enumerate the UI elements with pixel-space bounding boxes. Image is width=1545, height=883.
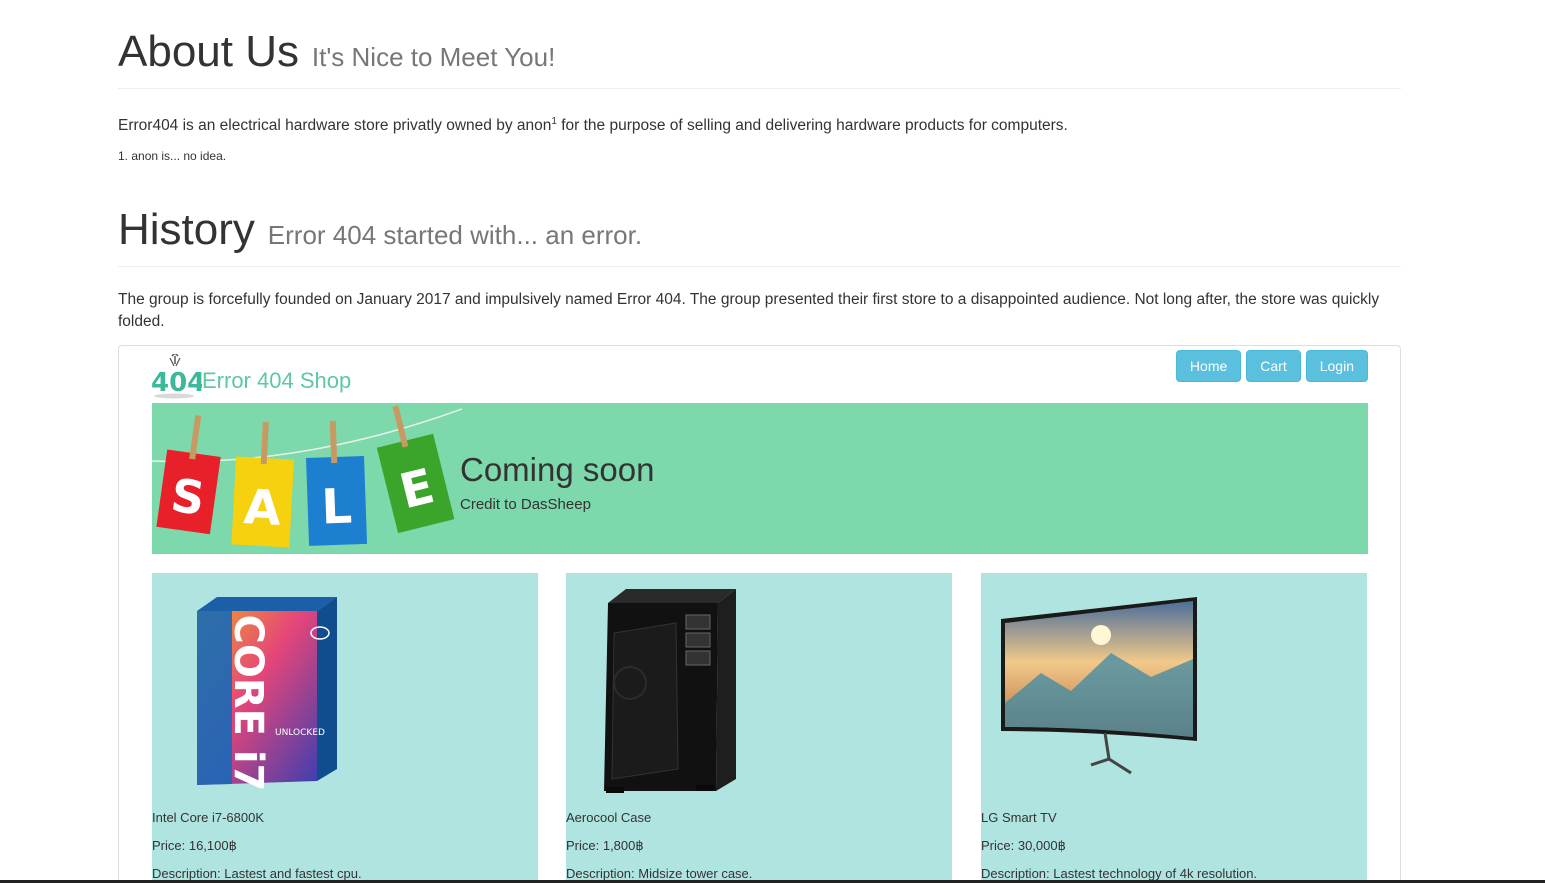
nav-home-button[interactable]: Home xyxy=(1175,350,1242,382)
cpu-box-text: CORE i7 xyxy=(225,615,271,792)
banner-credit: Credit to DasSheep xyxy=(460,496,591,513)
sale-banner-image: S A L E xyxy=(152,405,462,548)
sale-banner: S A L E Coming soon Credit to DasSheep xyxy=(152,403,1368,554)
banner-title: Coming soon xyxy=(460,451,655,488)
about-header: About Us It's Nice to Meet You! xyxy=(118,30,1401,89)
history-header: History Error 404 started with... an err… xyxy=(118,208,1401,267)
product-name: Intel Core i7-6800K xyxy=(152,810,265,825)
about-paragraph: Error404 is an electrical hardware store… xyxy=(118,111,1408,137)
product-image-cpu: CORE i7 UNLOCKED xyxy=(197,597,337,792)
product-description: Description: Lastest and fastest cpu. xyxy=(152,866,362,881)
product-price: Price: 30,000฿ xyxy=(981,838,1066,853)
product-description: Description: Lastest technology of 4k re… xyxy=(981,866,1258,881)
product-card[interactable]: LG Smart TV Price: 30,000฿ Description: … xyxy=(981,573,1367,883)
product-image-case xyxy=(604,589,736,793)
cpu-box-subtext: UNLOCKED xyxy=(275,728,325,738)
nav-login-button[interactable]: Login xyxy=(1305,350,1368,382)
shop-logo: 404 xyxy=(150,351,205,400)
shop-brand-name[interactable]: Error 404 Shop xyxy=(202,368,351,400)
product-price: Price: 16,100฿ xyxy=(152,838,237,853)
about-title: About Us xyxy=(118,27,299,76)
product-image-tv xyxy=(1001,597,1197,775)
product-price: Price: 1,800฿ xyxy=(566,838,644,853)
shop-logo-text: 404 xyxy=(151,368,202,398)
about-footnote: 1. anon is... no idea. xyxy=(118,149,227,163)
shop-brand[interactable]: 404 Error 404 Shop xyxy=(150,351,351,400)
sale-letter-l: L xyxy=(320,478,353,535)
product-description: Description: Midsize tower case. xyxy=(566,866,753,881)
nav-cart-button[interactable]: Cart xyxy=(1246,350,1301,382)
sale-letter-a: A xyxy=(242,479,282,537)
about-subtitle: It's Nice to Meet You! xyxy=(311,42,556,72)
product-card[interactable]: Aerocool Case Price: 1,800฿ Description:… xyxy=(566,573,952,883)
product-name: LG Smart TV xyxy=(981,810,1057,825)
about-heading: About Us It's Nice to Meet You! xyxy=(118,30,1401,74)
history-paragraph: The group is forcefully founded on Janua… xyxy=(118,291,1380,330)
product-name: Aerocool Case xyxy=(566,810,652,825)
about-text-before: Error404 is an electrical hardware store… xyxy=(118,117,552,135)
history-title: History xyxy=(118,205,255,254)
shop-nav: Home Cart Login xyxy=(1175,350,1368,382)
product-card[interactable]: CORE i7 UNLOCKED Intel Core i7-6800K Pri… xyxy=(152,573,538,883)
history-subtitle: Error 404 started with... an error. xyxy=(267,220,643,250)
about-text-after: for the purpose of selling and deliverin… xyxy=(556,117,1068,135)
history-heading: History Error 404 started with... an err… xyxy=(118,208,1401,252)
